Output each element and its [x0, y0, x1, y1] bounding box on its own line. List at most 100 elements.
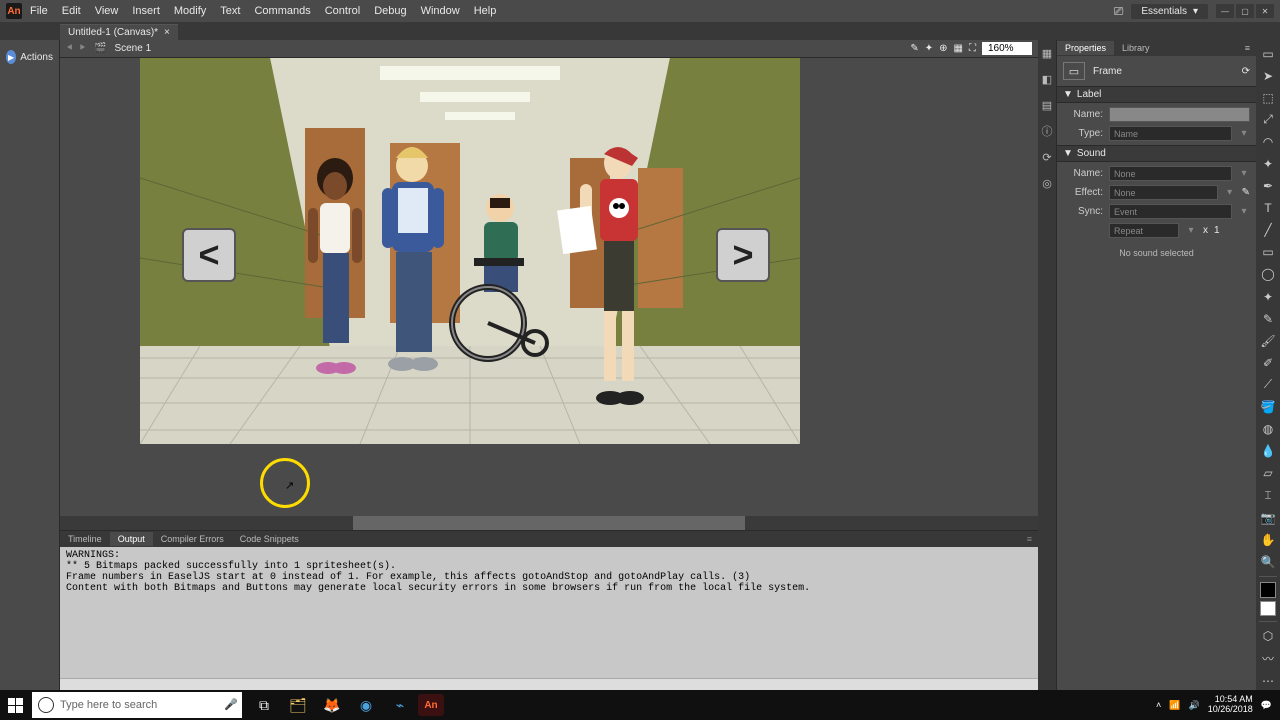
tab-library[interactable]: Library: [1114, 41, 1158, 55]
close-icon[interactable]: ×: [164, 27, 170, 38]
eyedropper-tool-icon[interactable]: 💧: [1258, 442, 1278, 461]
align-panel-icon[interactable]: ▦: [1040, 46, 1054, 60]
nav-fwd-icon[interactable]: ⯈: [78, 43, 86, 54]
swatches-panel-icon[interactable]: ▤: [1040, 98, 1054, 112]
tab-timeline[interactable]: Timeline: [60, 532, 110, 546]
center-stage-icon[interactable]: ⊕: [939, 43, 947, 54]
taskbar-search[interactable]: Type here to search 🎤: [32, 692, 242, 718]
paint-brush-tool-icon[interactable]: ✐: [1258, 353, 1278, 372]
zoom-field[interactable]: 160%: [982, 42, 1032, 55]
menu-text[interactable]: Text: [220, 5, 240, 17]
info-panel-icon[interactable]: ⓘ: [1040, 124, 1054, 138]
rectangle-tool-icon[interactable]: ▭: [1258, 243, 1278, 262]
menu-commands[interactable]: Commands: [254, 5, 310, 17]
animate-icon[interactable]: An: [418, 694, 444, 716]
color-panel-icon[interactable]: ◧: [1040, 72, 1054, 86]
text-tool-icon[interactable]: T: [1258, 199, 1278, 218]
output-text[interactable]: WARNINGS: ** 5 Bitmaps packed successful…: [60, 547, 1038, 678]
horizontal-scrollbar[interactable]: [60, 516, 1038, 530]
options-icon[interactable]: ⋯: [1258, 671, 1278, 690]
magic-wand-tool-icon[interactable]: ✦: [1258, 154, 1278, 173]
hand-tool-icon[interactable]: ✋: [1258, 530, 1278, 549]
paint-bucket-tool-icon[interactable]: 🪣: [1258, 398, 1278, 417]
file-explorer-icon[interactable]: 🗂: [282, 690, 314, 720]
menu-control[interactable]: Control: [325, 5, 360, 17]
scene-name[interactable]: Scene 1: [114, 43, 151, 54]
width-tool-icon[interactable]: ⌶: [1258, 486, 1278, 505]
clip-icon[interactable]: ▦: [954, 43, 963, 54]
groove-icon[interactable]: ◉: [350, 690, 382, 720]
fill-swatch[interactable]: [1260, 601, 1276, 616]
task-view-icon[interactable]: ⧉: [248, 690, 280, 720]
panel-options-icon[interactable]: ≡: [1019, 532, 1038, 546]
zoom-tool-icon[interactable]: 🔍: [1258, 552, 1278, 571]
volume-icon[interactable]: 🔊: [1189, 700, 1200, 711]
window-close[interactable]: ✕: [1256, 4, 1274, 18]
lasso-tool-icon[interactable]: ◠: [1258, 132, 1278, 151]
menu-view[interactable]: View: [95, 5, 119, 17]
polystar-tool-icon[interactable]: ✦: [1258, 287, 1278, 306]
camera-tool-icon[interactable]: 📷: [1258, 508, 1278, 527]
actions-panel-button[interactable]: ▶ Actions: [0, 46, 59, 68]
next-slide-button[interactable]: >: [716, 228, 770, 282]
transform-panel-icon[interactable]: ⟳: [1040, 150, 1054, 164]
selection-tool-icon[interactable]: ▭: [1258, 44, 1278, 63]
help-icon[interactable]: ⟳: [1242, 66, 1250, 77]
stage[interactable]: [140, 58, 800, 444]
tab-compiler-errors[interactable]: Compiler Errors: [153, 532, 232, 546]
output-scrollbar[interactable]: [60, 678, 1038, 690]
firefox-icon[interactable]: 🦊: [316, 690, 348, 720]
sound-name-select[interactable]: None: [1109, 166, 1232, 181]
tab-code-snippets[interactable]: Code Snippets: [232, 532, 307, 546]
nav-back-icon[interactable]: ⯇: [66, 43, 74, 54]
start-button[interactable]: [0, 690, 30, 720]
free-transform-tool-icon[interactable]: ⤢: [1258, 110, 1278, 129]
arrow-tool-icon[interactable]: ➤: [1258, 66, 1278, 85]
window-minimize[interactable]: —: [1216, 4, 1234, 18]
oval-tool-icon[interactable]: ◯: [1258, 265, 1278, 284]
sound-section-header[interactable]: ▼ Sound: [1057, 145, 1256, 162]
menu-edit[interactable]: Edit: [62, 5, 81, 17]
label-type-select[interactable]: Name: [1109, 126, 1232, 141]
pencil-tool-icon[interactable]: ✎: [1258, 309, 1278, 328]
menu-window[interactable]: Window: [421, 5, 460, 17]
symbol-icon[interactable]: ✦: [925, 43, 933, 54]
menu-help[interactable]: Help: [474, 5, 497, 17]
label-name-input[interactable]: [1109, 107, 1250, 122]
brush-tool-icon[interactable]: 🖌: [1258, 331, 1278, 350]
ink-bottle-tool-icon[interactable]: ◍: [1258, 420, 1278, 439]
eraser-tool-icon[interactable]: ▱: [1258, 464, 1278, 483]
panel-menu-icon[interactable]: ≡: [1237, 41, 1256, 55]
tray-up-icon[interactable]: ˄: [1156, 700, 1161, 710]
edit-effect-icon[interactable]: ✎: [1242, 187, 1250, 198]
mic-icon[interactable]: 🎤: [224, 698, 238, 711]
tab-properties[interactable]: Properties: [1057, 41, 1114, 55]
scrollbar-thumb[interactable]: [353, 516, 744, 530]
vscode-icon[interactable]: ⌁: [384, 690, 416, 720]
menu-modify[interactable]: Modify: [174, 5, 206, 17]
network-icon[interactable]: 📶: [1169, 700, 1180, 711]
document-tab[interactable]: Untitled-1 (Canvas)* ×: [60, 24, 178, 40]
menu-file[interactable]: File: [30, 5, 48, 17]
clock-date[interactable]: 10/26/2018: [1208, 705, 1253, 715]
window-maximize[interactable]: ▢: [1236, 4, 1254, 18]
bone-tool-icon[interactable]: ⟋: [1258, 375, 1278, 394]
menu-insert[interactable]: Insert: [132, 5, 160, 17]
subselect-tool-icon[interactable]: ⬚: [1258, 88, 1278, 107]
label-section-header[interactable]: ▼ Label: [1057, 86, 1256, 103]
pen-tool-icon[interactable]: ✒: [1258, 177, 1278, 196]
prev-slide-button[interactable]: <: [182, 228, 236, 282]
components-panel-icon[interactable]: ◎: [1040, 176, 1054, 190]
fit-icon[interactable]: ⛶: [969, 43, 976, 54]
smooth-icon[interactable]: 〰: [1258, 649, 1278, 668]
workspace-switcher[interactable]: Essentials ▾: [1131, 4, 1208, 19]
stroke-swatch[interactable]: [1260, 582, 1276, 597]
sync-settings-icon[interactable]: ⎚: [1114, 4, 1124, 19]
canvas-area[interactable]: < >: [60, 58, 1038, 516]
notifications-icon[interactable]: 💬: [1261, 700, 1272, 711]
menu-debug[interactable]: Debug: [374, 5, 406, 17]
edit-scene-icon[interactable]: ✎: [910, 43, 918, 54]
snap-icon[interactable]: ⬡: [1258, 627, 1278, 646]
tab-output[interactable]: Output: [110, 532, 153, 546]
line-tool-icon[interactable]: ╱: [1258, 221, 1278, 240]
